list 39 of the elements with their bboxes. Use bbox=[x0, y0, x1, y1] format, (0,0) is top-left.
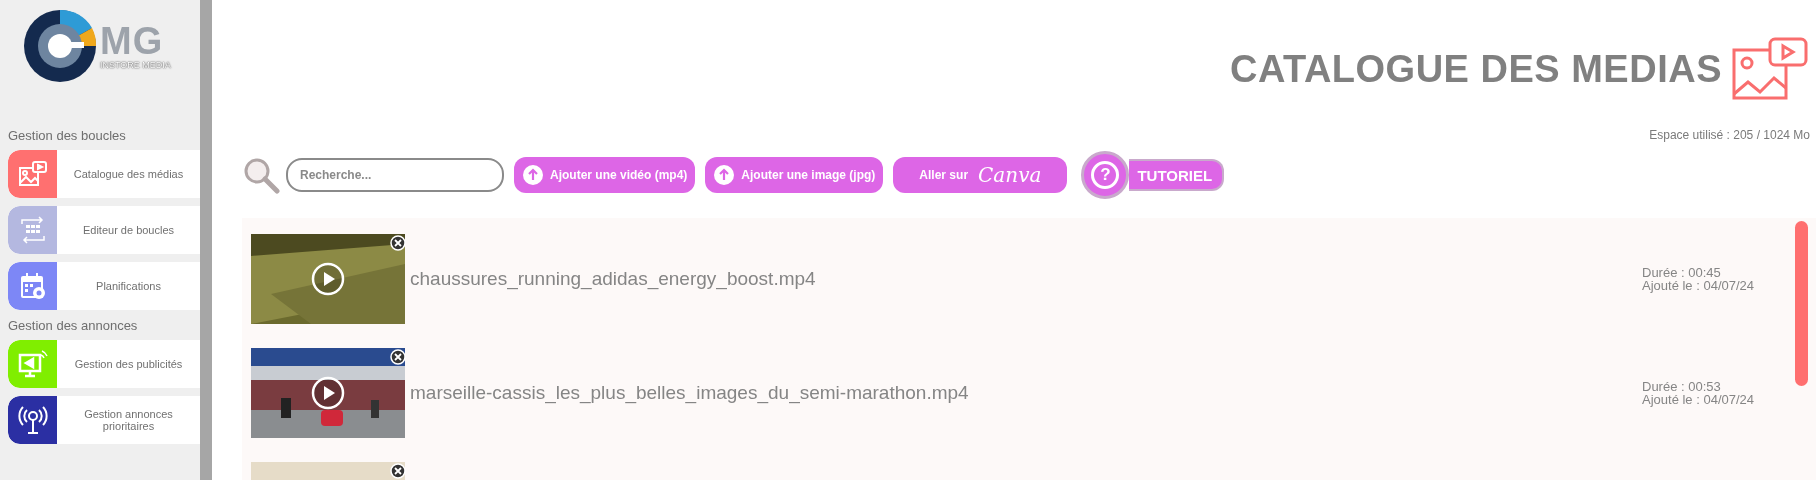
tutorial-button[interactable]: TUTORIEL bbox=[1129, 159, 1225, 191]
media-icon bbox=[1730, 36, 1810, 102]
date-added: Ajouté le : 04/07/24 bbox=[1642, 279, 1756, 292]
logo-icon bbox=[22, 8, 98, 84]
page-title: CATALOGUE DES MEDIAS bbox=[1229, 47, 1722, 91]
media-icon bbox=[17, 160, 48, 188]
duration: Durée : 00:53 bbox=[1642, 380, 1722, 393]
logo-letters: MG bbox=[100, 22, 164, 60]
search-field[interactable]: Recherche... bbox=[286, 158, 504, 192]
upload-icon bbox=[713, 164, 736, 186]
file-name: marseille-cassis_les_plus_belles_images_du_semi-marathon.mp4 bbox=[410, 382, 970, 404]
monitor-megaphone-icon bbox=[16, 349, 49, 379]
nav-item[interactable]: Planifications bbox=[8, 262, 200, 310]
file-name: chaussures_running_adidas_energy_boost.mp4 bbox=[410, 268, 817, 290]
duration: Durée : 00:45 bbox=[1642, 266, 1722, 279]
date-added: Ajouté le : 04/07/24 bbox=[1642, 393, 1756, 406]
nav-item[interactable]: Gestion annonces prioritaires bbox=[8, 396, 200, 444]
search-icon bbox=[242, 156, 280, 194]
nav-item[interactable]: Catalogue des médias bbox=[8, 150, 200, 198]
nav-label: Catalogue des médias bbox=[72, 167, 185, 182]
antenna-icon bbox=[16, 404, 49, 436]
help-icon[interactable]: ? bbox=[1081, 151, 1130, 199]
play-icon[interactable] bbox=[311, 376, 345, 410]
nav-label: Planifications bbox=[95, 279, 162, 294]
upload-icon bbox=[522, 164, 544, 186]
storage-usage: Espace utilisé : 205 / 1024 Mo bbox=[1648, 128, 1811, 142]
nav-label: Editeur de boucles bbox=[81, 223, 176, 238]
nav-label: Gestion des publicités bbox=[73, 357, 184, 372]
upload-button[interactable]: Ajouter une image (jpg) bbox=[705, 157, 884, 193]
nav-label: Gestion annonces prioritaires bbox=[83, 407, 174, 434]
nav-item[interactable]: Editeur de boucles bbox=[8, 206, 200, 254]
section-title: Gestion des annonces bbox=[8, 318, 139, 335]
upload-button[interactable]: Ajouter une vidéo (mp4) bbox=[514, 157, 696, 193]
section-title: Gestion des boucles bbox=[8, 128, 127, 145]
scrollbar-thumb[interactable] bbox=[1795, 221, 1808, 386]
canva-button[interactable]: Aller sur Canva bbox=[893, 157, 1068, 193]
nav-item[interactable]: Gestion des publicités bbox=[8, 340, 200, 388]
logo-tagline: INSTORE MEDIA bbox=[100, 60, 171, 70]
play-icon[interactable] bbox=[311, 262, 345, 296]
